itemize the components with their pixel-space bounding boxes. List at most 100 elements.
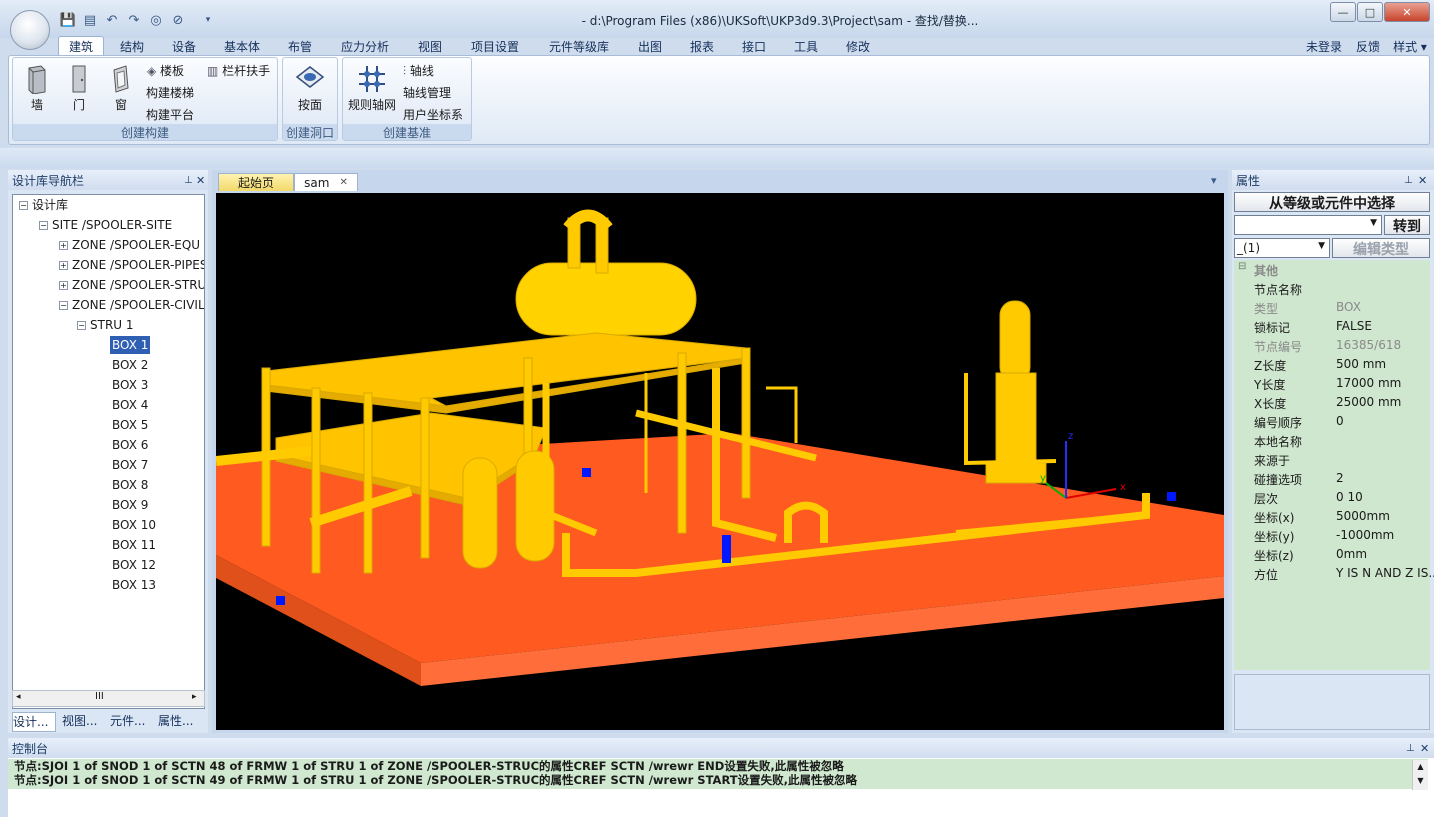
property-value[interactable]: 16385/618 <box>1336 338 1401 352</box>
property-category[interactable]: ⊟ 其他 <box>1234 260 1430 279</box>
hide-icon[interactable]: ⊘ <box>170 12 186 28</box>
pin-icon[interactable]: ⊥ <box>1406 743 1415 754</box>
3d-scene[interactable]: x y z <box>216 193 1224 730</box>
tree-box[interactable]: BOX 13 <box>112 576 156 594</box>
eye-icon[interactable]: ◎ <box>148 12 164 28</box>
tree-stru[interactable]: − STRU 1 <box>77 316 134 334</box>
property-row[interactable]: Y长度 17000 mm <box>1234 374 1430 393</box>
property-value[interactable]: 5000mm <box>1336 509 1390 523</box>
maximize-button[interactable]: □ <box>1357 2 1383 22</box>
scroll-down-icon[interactable]: ▼ <box>1413 774 1428 788</box>
property-row[interactable]: 本地名称 <box>1234 431 1430 450</box>
property-value[interactable]: 25000 mm <box>1336 395 1401 409</box>
property-row[interactable]: 坐标(x) 5000mm <box>1234 507 1430 526</box>
property-row[interactable]: 坐标(y) -1000mm <box>1234 526 1430 545</box>
tab-stress-analysis[interactable]: 应力分析 <box>332 36 398 56</box>
property-value[interactable]: 0 10 <box>1336 490 1363 504</box>
expand-icon[interactable]: + <box>59 241 68 250</box>
document-icon[interactable]: ▤ <box>82 12 98 28</box>
axis-button[interactable]: ⫶ 轴线 <box>403 62 434 79</box>
property-value[interactable]: BOX <box>1336 300 1361 314</box>
tree-box[interactable]: BOX 10 <box>112 516 156 534</box>
close-icon[interactable]: ✕ <box>1420 742 1429 755</box>
tab-interface[interactable]: 接口 <box>732 36 776 56</box>
property-value[interactable]: 17000 mm <box>1336 376 1401 390</box>
redo-icon[interactable]: ↷ <box>126 12 142 28</box>
property-value[interactable]: 2 <box>1336 471 1344 485</box>
tab-sam[interactable]: sam ✕ <box>294 173 358 191</box>
goto-button[interactable]: 转到 <box>1384 215 1430 235</box>
property-value[interactable]: -1000mm <box>1336 528 1394 542</box>
tab-list-dropdown-icon[interactable]: ▾ <box>1211 174 1217 187</box>
expand-icon[interactable]: + <box>59 281 68 290</box>
property-row[interactable]: 节点编号 16385/618 <box>1234 336 1430 355</box>
tab-reports[interactable]: 报表 <box>680 36 724 56</box>
dropdown-chevron-icon[interactable]: ▼ <box>1370 218 1377 228</box>
3d-viewport[interactable]: x y z <box>216 193 1224 730</box>
property-value[interactable]: Y IS N AND Z IS... <box>1336 566 1434 580</box>
property-row[interactable]: 碰撞选项 2 <box>1234 469 1430 488</box>
collapse-icon[interactable]: − <box>59 301 68 310</box>
property-row[interactable]: X长度 25000 mm <box>1234 393 1430 412</box>
property-row[interactable]: Z长度 500 mm <box>1234 355 1430 374</box>
property-row[interactable]: 类型 BOX <box>1234 298 1430 317</box>
close-icon[interactable]: ✕ <box>196 174 205 187</box>
collapse-icon[interactable]: − <box>19 201 28 210</box>
property-row[interactable]: 锁标记 FALSE <box>1234 317 1430 336</box>
property-value[interactable]: FALSE <box>1336 319 1372 333</box>
type-select[interactable]: _(1) ▼ <box>1234 238 1330 258</box>
horizontal-scrollbar[interactable]: ◂ III ▸ <box>12 690 205 707</box>
property-value[interactable]: 0 <box>1336 414 1344 428</box>
stairs-button[interactable]: 构建楼梯 <box>146 84 194 101</box>
edit-type-button[interactable]: 编辑类型 <box>1332 238 1430 258</box>
scroll-right-icon[interactable]: ▸ <box>192 692 197 702</box>
tree-box[interactable]: BOX 7 <box>112 456 148 474</box>
close-icon[interactable]: ✕ <box>1418 174 1427 187</box>
property-value[interactable]: 0mm <box>1336 547 1367 561</box>
tab-equipment[interactable]: 设备 <box>162 36 206 56</box>
scroll-up-icon[interactable]: ▲ <box>1413 760 1428 774</box>
tree-zone[interactable]: − ZONE /SPOOLER-CIVIL <box>59 296 204 314</box>
tab-components[interactable]: 元件... <box>110 712 154 732</box>
customize-qat-chevron-icon[interactable]: ▾ <box>200 12 216 28</box>
style-menu[interactable]: 样式 ▾ <box>1388 36 1432 56</box>
regular-grid-button[interactable]: 规则轴网 <box>347 64 397 113</box>
tab-views[interactable]: 视图... <box>62 712 106 732</box>
pin-icon[interactable]: ⊥ <box>184 175 193 186</box>
tree-box[interactable]: BOX 8 <box>112 476 148 494</box>
tab-primitives[interactable]: 基本体 <box>214 36 270 56</box>
by-face-button[interactable]: 按面 <box>291 64 329 113</box>
platform-button[interactable]: 构建平台 <box>146 106 194 123</box>
expand-icon[interactable]: + <box>59 261 68 270</box>
tab-drawing[interactable]: 出图 <box>628 36 672 56</box>
tab-properties[interactable]: 属性... <box>158 712 202 732</box>
tab-piping[interactable]: 布管 <box>278 36 322 56</box>
tree-box[interactable]: BOX 5 <box>112 416 148 434</box>
slab-button[interactable]: ◈ 楼板 <box>147 62 184 79</box>
select-from-spec-button[interactable]: 从等级或元件中选择 <box>1234 192 1430 212</box>
axis-manager-button[interactable]: 轴线管理 <box>403 84 451 101</box>
tree-box[interactable]: BOX 4 <box>112 396 148 414</box>
wall-button[interactable]: 墙 <box>23 64 51 113</box>
door-button[interactable]: 门 <box>65 64 93 113</box>
tree-box[interactable]: BOX 9 <box>112 496 148 514</box>
feedback-link[interactable]: 反馈 <box>1350 36 1386 56</box>
close-button[interactable]: ✕ <box>1384 2 1430 22</box>
tree-site[interactable]: − SITE /SPOOLER-SITE <box>39 216 172 234</box>
design-tree[interactable]: − 设计库 − SITE /SPOOLER-SITE + ZONE /SPOOLER-… <box>12 194 205 709</box>
property-value[interactable]: 500 mm <box>1336 357 1386 371</box>
property-row[interactable]: 层次 0 10 <box>1234 488 1430 507</box>
scroll-left-icon[interactable]: ◂ <box>16 692 21 702</box>
close-tab-icon[interactable]: ✕ <box>339 177 347 188</box>
ucs-button[interactable]: 用户坐标系 <box>403 106 463 123</box>
tab-start-page[interactable]: 起始页 <box>218 173 294 191</box>
tree-box[interactable]: BOX 12 <box>112 556 156 574</box>
tree-box[interactable]: BOX 11 <box>112 536 156 554</box>
tab-structure[interactable]: 结构 <box>110 36 154 56</box>
property-row[interactable]: 编号顺序 0 <box>1234 412 1430 431</box>
tree-box[interactable]: BOX 6 <box>112 436 148 454</box>
tree-box[interactable]: BOX 3 <box>112 376 148 394</box>
property-row[interactable]: 方位 Y IS N AND Z IS... <box>1234 564 1434 583</box>
tree-box[interactable]: BOX 2 <box>112 356 148 374</box>
tree-zone[interactable]: + ZONE /SPOOLER-EQU <box>59 236 200 254</box>
